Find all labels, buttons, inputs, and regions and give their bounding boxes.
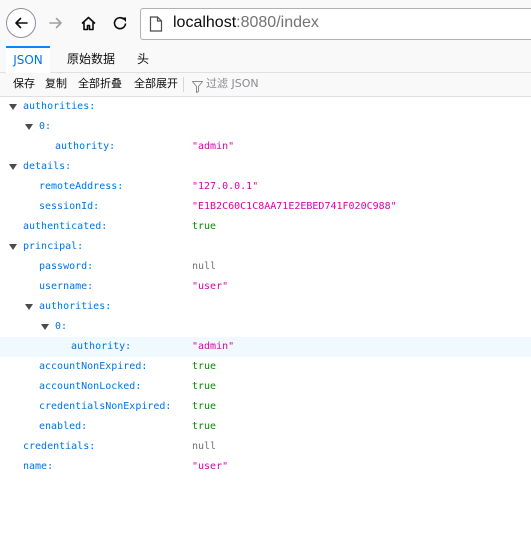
json-row[interactable]: authority: "admin" (0, 337, 531, 357)
json-key: name: (23, 461, 54, 472)
json-key: authorities: (39, 301, 112, 312)
expand-toggle-icon[interactable] (9, 164, 17, 170)
json-row[interactable]: details: (0, 157, 531, 177)
json-value: "admin" (192, 141, 235, 152)
expand-toggle-icon[interactable] (25, 304, 33, 310)
json-key: sessionId: (39, 201, 100, 212)
json-row[interactable]: principal: (0, 237, 531, 257)
url-host: localhost (173, 14, 237, 31)
tab-raw-data[interactable]: 原始数据 (67, 46, 115, 72)
toolbar-divider (183, 77, 184, 92)
back-arrow-icon[interactable] (6, 8, 36, 38)
json-row[interactable]: credentials: null (0, 437, 531, 457)
expand-all-button[interactable]: 全部展开 (134, 73, 178, 96)
json-key: authority: (71, 341, 132, 352)
json-value: true (192, 381, 217, 392)
json-row[interactable]: username: "user" (0, 277, 531, 297)
json-row[interactable]: sessionId: "E1B2C60C1C8AA71E2EBED741F020C… (0, 197, 531, 217)
json-key: password: (39, 261, 94, 272)
reload-icon[interactable] (106, 9, 134, 37)
json-key: details: (23, 161, 72, 172)
json-key: principal: (23, 241, 84, 252)
tab-headers[interactable]: 头 (137, 46, 149, 72)
json-toolbar: 保存 复制 全部折叠 全部展开 过滤 JSON (0, 73, 531, 97)
json-value: "E1B2C60C1C8AA71E2EBED741F020C988" (192, 201, 397, 212)
json-row[interactable]: accountNonLocked: true (0, 377, 531, 397)
tab-json[interactable]: JSON (6, 46, 50, 74)
json-key: enabled: (39, 421, 88, 432)
navigation-bar: localhost:8080/index (0, 0, 531, 46)
expand-toggle-icon[interactable] (9, 104, 17, 110)
expand-toggle-icon[interactable] (9, 244, 17, 250)
json-key: credentials: (23, 441, 96, 452)
json-row[interactable]: authorities: (0, 97, 531, 117)
json-key: 0: (55, 321, 68, 332)
json-value: "user" (192, 461, 229, 472)
copy-button[interactable]: 复制 (45, 73, 67, 96)
json-key: remoteAddress: (39, 181, 124, 192)
json-row[interactable]: authorities: (0, 297, 531, 317)
json-key: authority: (55, 141, 116, 152)
json-key: accountNonExpired: (39, 361, 148, 372)
filter-json-input[interactable]: 过滤 JSON (206, 73, 259, 96)
forward-arrow-icon[interactable] (42, 9, 70, 37)
json-row[interactable]: authenticated: true (0, 217, 531, 237)
page-icon (149, 16, 163, 36)
json-row[interactable]: credentialsNonExpired: true (0, 397, 531, 417)
viewer-tabs: JSON 原始数据 头 (0, 46, 531, 74)
json-row[interactable]: 0: (0, 117, 531, 137)
url-bar[interactable]: localhost:8080/index (140, 8, 531, 40)
json-key: authorities: (23, 101, 96, 112)
json-value: true (192, 221, 217, 232)
json-row[interactable]: name: "user" (0, 457, 531, 477)
home-icon[interactable] (74, 9, 102, 37)
json-row[interactable]: enabled: true (0, 417, 531, 437)
filter-icon (191, 78, 204, 97)
collapse-all-button[interactable]: 全部折叠 (78, 73, 122, 96)
url-text[interactable]: localhost:8080/index (173, 14, 319, 32)
json-key: username: (39, 281, 94, 292)
json-value: null (192, 441, 217, 452)
json-key: accountNonLocked: (39, 381, 142, 392)
json-value: true (192, 361, 217, 372)
expand-toggle-icon[interactable] (25, 124, 33, 130)
json-row[interactable]: 0: (0, 317, 531, 337)
json-row[interactable]: password: null (0, 257, 531, 277)
json-value: null (192, 261, 217, 272)
expand-toggle-icon[interactable] (41, 324, 49, 330)
json-value: "admin" (192, 341, 235, 352)
json-value: true (192, 421, 217, 432)
json-key: credentialsNonExpired: (39, 401, 172, 412)
json-value: "127.0.0.1" (192, 181, 259, 192)
url-path: :8080/index (236, 14, 319, 31)
json-value: true (192, 401, 217, 412)
json-value: "user" (192, 281, 229, 292)
json-key: 0: (39, 121, 52, 132)
save-button[interactable]: 保存 (13, 73, 35, 96)
json-row[interactable]: remoteAddress: "127.0.0.1" (0, 177, 531, 197)
json-row[interactable]: accountNonExpired: true (0, 357, 531, 377)
json-row[interactable]: authority: "admin" (0, 137, 531, 157)
json-key: authenticated: (23, 221, 108, 232)
